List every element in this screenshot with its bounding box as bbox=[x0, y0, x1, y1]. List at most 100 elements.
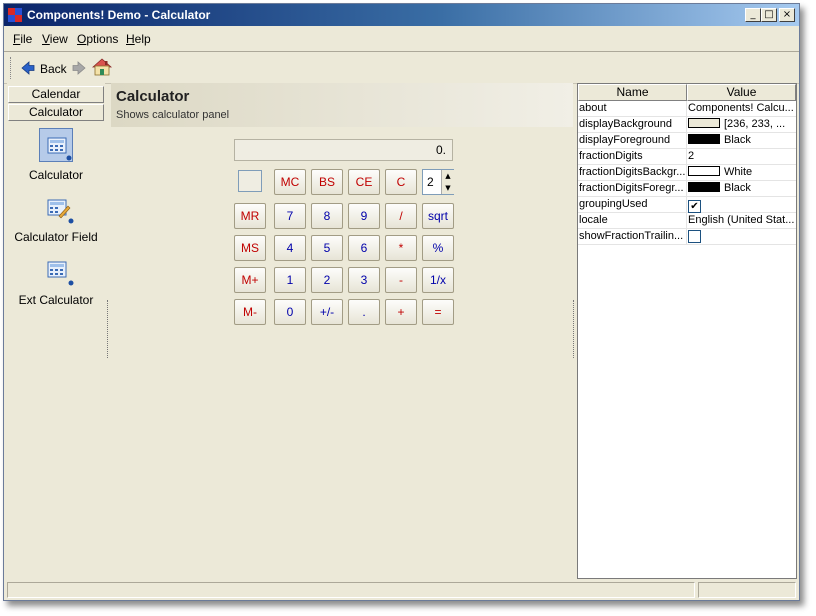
property-name: fractionDigitsBackgr... bbox=[579, 166, 685, 178]
grouping-used-checkbox[interactable]: ✔ bbox=[688, 200, 701, 213]
property-sheet: Name Value about Components! Calcu... di… bbox=[577, 83, 797, 579]
property-name: fractionDigits bbox=[579, 150, 643, 162]
sidebar-tool-calculator-field[interactable]: Calculator Field bbox=[7, 194, 105, 250]
fraction-digits-spinner[interactable]: 2 ▲ ▼ bbox=[422, 169, 454, 195]
key-c[interactable]: C bbox=[385, 169, 417, 195]
key-7[interactable]: 7 bbox=[274, 203, 306, 229]
menu-view-mnemonic: V bbox=[42, 32, 50, 46]
property-value-cell: ✔ bbox=[688, 198, 795, 213]
show-fraction-trailing-checkbox[interactable] bbox=[688, 230, 701, 243]
page-subtitle: Shows calculator panel bbox=[116, 109, 230, 121]
content-header: Calculator Shows calculator panel bbox=[111, 83, 573, 127]
key-1[interactable]: 1 bbox=[274, 267, 306, 293]
property-row-show-fraction-trailing[interactable]: showFractionTrailin... bbox=[578, 229, 796, 245]
key-6[interactable]: 6 bbox=[348, 235, 380, 261]
app-icon bbox=[8, 8, 22, 22]
property-value-cell: [236, 233, ... bbox=[688, 118, 795, 130]
key-9[interactable]: 9 bbox=[348, 203, 380, 229]
property-value-cell: White bbox=[688, 166, 795, 178]
content-panel: Calculator Shows calculator panel 0. MC … bbox=[111, 83, 573, 579]
key-add[interactable]: + bbox=[385, 299, 417, 325]
sidebar-tool-calculator[interactable]: Calculator bbox=[7, 128, 105, 186]
key-percent[interactable]: % bbox=[422, 235, 454, 261]
property-row-grouping-used[interactable]: groupingUsed ✔ bbox=[578, 197, 796, 213]
spinner-down-icon[interactable]: ▼ bbox=[441, 182, 454, 194]
property-row-fraction-digits-foreground[interactable]: fractionDigitsForegr... Black bbox=[578, 181, 796, 197]
minimize-button[interactable]: _ bbox=[745, 8, 761, 22]
left-splitter[interactable] bbox=[107, 300, 110, 358]
key-5[interactable]: 5 bbox=[311, 235, 343, 261]
color-swatch bbox=[688, 118, 720, 128]
key-equals[interactable]: = bbox=[422, 299, 454, 325]
ext-calculator-icon bbox=[47, 261, 67, 278]
close-button[interactable]: × bbox=[779, 8, 795, 22]
title-bar[interactable]: Components! Demo - Calculator _ □ × bbox=[4, 4, 799, 26]
menu-view[interactable]: View bbox=[42, 32, 68, 46]
menu-view-label: iew bbox=[49, 32, 68, 46]
forward-arrow-icon[interactable] bbox=[72, 61, 86, 75]
key-2[interactable]: 2 bbox=[311, 267, 343, 293]
property-divider bbox=[686, 149, 687, 165]
menu-bar: File View Options Help bbox=[4, 26, 799, 50]
color-swatch bbox=[688, 134, 720, 144]
key-3[interactable]: 3 bbox=[348, 267, 380, 293]
key-8[interactable]: 8 bbox=[311, 203, 343, 229]
property-value-cell: Black bbox=[688, 134, 795, 146]
key-sqrt[interactable]: sqrt bbox=[422, 203, 454, 229]
property-value: 2 bbox=[688, 150, 695, 162]
tool-marker-icon bbox=[68, 280, 74, 286]
calculator-display: 0. bbox=[234, 139, 453, 161]
property-row-about[interactable]: about Components! Calcu... bbox=[578, 101, 796, 117]
key-ce[interactable]: CE bbox=[348, 169, 380, 195]
menu-file-label: ile bbox=[20, 32, 33, 46]
property-value-cell: Black bbox=[688, 182, 795, 194]
sidebar-tool-ext-calculator[interactable]: Ext Calculator bbox=[7, 257, 105, 313]
key-m-minus[interactable]: M- bbox=[234, 299, 266, 325]
menu-options-mnemonic: O bbox=[77, 32, 87, 46]
property-row-locale[interactable]: locale English (United Stat... bbox=[578, 213, 796, 229]
property-value: Black bbox=[724, 182, 751, 194]
property-divider bbox=[686, 133, 687, 149]
toolbar-grip[interactable] bbox=[10, 57, 14, 79]
key-mr[interactable]: MR bbox=[234, 203, 266, 229]
key-bs[interactable]: BS bbox=[311, 169, 343, 195]
sidebar-tab-calendar[interactable]: Calendar bbox=[8, 86, 104, 103]
memory-indicator bbox=[238, 170, 262, 192]
back-arrow-icon[interactable] bbox=[21, 61, 35, 75]
component-sidebar: Calendar Calculator Calculator Calculato… bbox=[7, 83, 105, 579]
property-row-fraction-digits[interactable]: fractionDigits 2 bbox=[578, 149, 796, 165]
status-bar bbox=[4, 579, 799, 600]
menu-help[interactable]: Help bbox=[126, 32, 151, 46]
key-0[interactable]: 0 bbox=[274, 299, 306, 325]
key-subtract[interactable]: - bbox=[385, 267, 417, 293]
key-reciprocal[interactable]: 1/x bbox=[422, 267, 454, 293]
sidebar-tab-calculator[interactable]: Calculator bbox=[8, 104, 104, 121]
menu-options[interactable]: Options bbox=[77, 32, 118, 46]
property-row-fraction-digits-background[interactable]: fractionDigitsBackgr... White bbox=[578, 165, 796, 181]
menu-file[interactable]: File bbox=[13, 32, 32, 46]
key-mc[interactable]: MC bbox=[274, 169, 306, 195]
property-header-name[interactable]: Name bbox=[578, 84, 687, 101]
status-pane-secondary bbox=[698, 582, 796, 598]
key-4[interactable]: 4 bbox=[274, 235, 306, 261]
key-multiply[interactable]: * bbox=[385, 235, 417, 261]
menu-separator bbox=[4, 51, 799, 52]
property-name: showFractionTrailin... bbox=[579, 230, 684, 242]
tool-marker-icon bbox=[66, 155, 72, 161]
key-decimal[interactable]: . bbox=[348, 299, 380, 325]
property-row-display-foreground[interactable]: displayForeground Black bbox=[578, 133, 796, 149]
key-ms[interactable]: MS bbox=[234, 235, 266, 261]
spinner-up-icon[interactable]: ▲ bbox=[441, 170, 454, 182]
property-header-value[interactable]: Value bbox=[687, 84, 796, 101]
key-divide[interactable]: / bbox=[385, 203, 417, 229]
key-m-plus[interactable]: M+ bbox=[234, 267, 266, 293]
right-splitter[interactable] bbox=[573, 300, 576, 358]
home-icon[interactable] bbox=[91, 57, 113, 77]
back-button[interactable]: Back bbox=[40, 62, 67, 76]
page-title: Calculator bbox=[116, 88, 190, 105]
property-value: [236, 233, ... bbox=[724, 118, 786, 130]
property-row-display-background[interactable]: displayBackground [236, 233, ... bbox=[578, 117, 796, 133]
maximize-button[interactable]: □ bbox=[761, 8, 777, 22]
calculator-icon bbox=[47, 137, 67, 154]
key-negate[interactable]: +/- bbox=[311, 299, 343, 325]
